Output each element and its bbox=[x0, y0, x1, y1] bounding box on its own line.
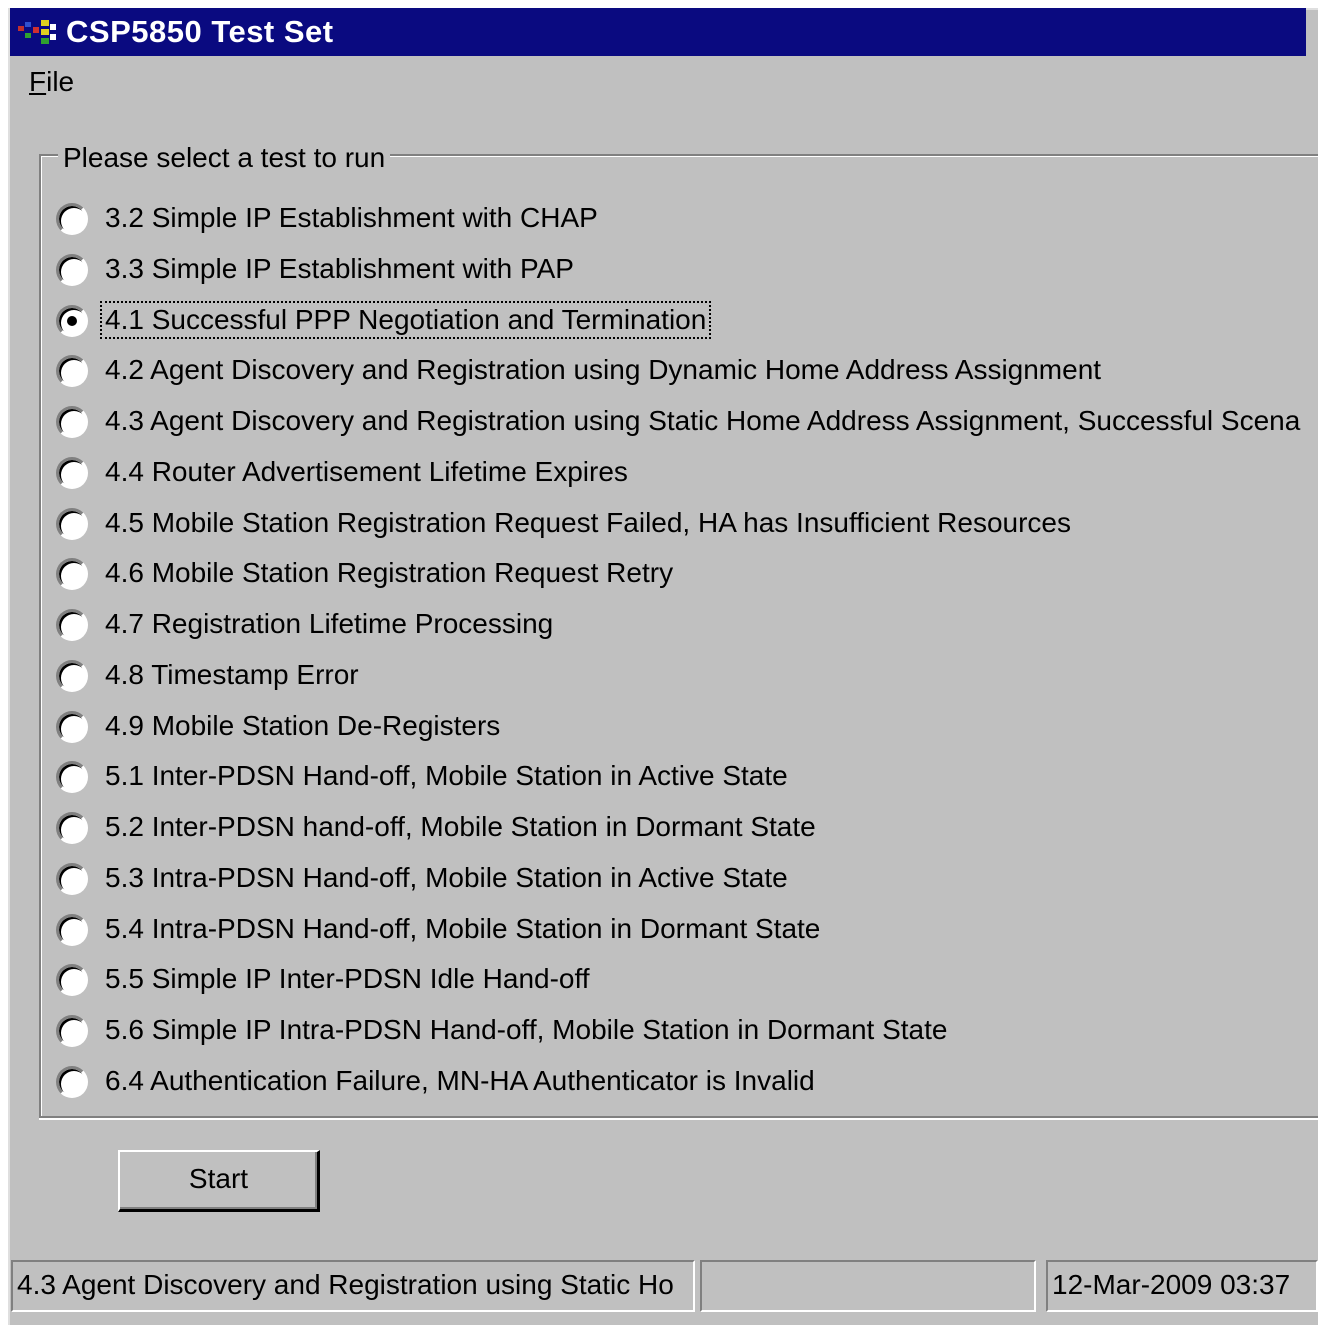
test-option-label: 3.2 Simple IP Establishment with CHAP bbox=[105, 202, 598, 233]
radio-button[interactable] bbox=[56, 609, 88, 641]
test-option-label: 5.3 Intra-PDSN Hand-off, Mobile Station … bbox=[105, 862, 788, 893]
radio-button[interactable] bbox=[56, 761, 88, 793]
status-panel-datetime: 12-Mar-2009 03:37 bbox=[1046, 1260, 1318, 1312]
test-option-label: 4.6 Mobile Station Registration Request … bbox=[105, 557, 674, 588]
menu-file-label: ile bbox=[46, 66, 75, 97]
test-option[interactable]: 4.4 Router Advertisement Lifetime Expire… bbox=[54, 450, 1314, 496]
test-option[interactable]: 3.2 Simple IP Establishment with CHAP bbox=[54, 196, 1314, 242]
test-option[interactable]: 5.1 Inter-PDSN Hand-off, Mobile Station … bbox=[54, 754, 1314, 800]
group-legend: Please select a test to run bbox=[58, 142, 391, 174]
menu-file-mnemonic: F bbox=[29, 66, 47, 97]
window-title: CSP5850 Test Set bbox=[66, 14, 334, 49]
test-option-label: 5.5 Simple IP Inter-PDSN Idle Hand-off bbox=[105, 963, 590, 994]
test-option[interactable]: 5.5 Simple IP Inter-PDSN Idle Hand-off bbox=[54, 957, 1314, 1003]
radio-button[interactable] bbox=[56, 203, 88, 235]
test-option-label: 4.2 Agent Discovery and Registration usi… bbox=[105, 354, 1102, 385]
test-option[interactable]: 3.3 Simple IP Establishment with PAP bbox=[54, 247, 1314, 293]
status-panel-test: 4.3 Agent Discovery and Registration usi… bbox=[11, 1260, 695, 1312]
test-option[interactable]: 4.7 Registration Lifetime Processing bbox=[54, 602, 1314, 648]
test-option-label: 4.5 Mobile Station Registration Request … bbox=[105, 507, 1071, 538]
menu-file[interactable]: File bbox=[29, 66, 74, 98]
test-option-label: 4.9 Mobile Station De-Registers bbox=[105, 710, 501, 741]
test-option[interactable]: 6.4 Authentication Failure, MN-HA Authen… bbox=[54, 1059, 1314, 1105]
test-option-label: 4.3 Agent Discovery and Registration usi… bbox=[105, 405, 1301, 436]
radio-button[interactable] bbox=[56, 254, 88, 286]
radio-button[interactable] bbox=[56, 863, 88, 895]
test-option-label: 6.4 Authentication Failure, MN-HA Authen… bbox=[105, 1065, 815, 1096]
radio-button[interactable] bbox=[56, 508, 88, 540]
test-option-label: 5.6 Simple IP Intra-PDSN Hand-off, Mobil… bbox=[105, 1014, 948, 1045]
test-option[interactable]: 5.4 Intra-PDSN Hand-off, Mobile Station … bbox=[54, 907, 1314, 953]
test-option[interactable]: 4.8 Timestamp Error bbox=[54, 653, 1314, 699]
radio-button[interactable] bbox=[56, 457, 88, 489]
radio-button[interactable] bbox=[56, 914, 88, 946]
radio-button[interactable] bbox=[56, 305, 88, 337]
test-option[interactable]: 4.2 Agent Discovery and Registration usi… bbox=[54, 348, 1314, 394]
radio-button[interactable] bbox=[56, 711, 88, 743]
test-option[interactable]: 4.3 Agent Discovery and Registration usi… bbox=[54, 399, 1314, 445]
radio-button[interactable] bbox=[56, 406, 88, 438]
start-button[interactable]: Start bbox=[118, 1150, 320, 1212]
test-option-label: 3.3 Simple IP Establishment with PAP bbox=[105, 253, 574, 284]
test-option-label: 4.4 Router Advertisement Lifetime Expire… bbox=[105, 456, 628, 487]
title-bar[interactable]: CSP5850 Test Set bbox=[10, 8, 1306, 56]
test-option-label: 4.8 Timestamp Error bbox=[105, 659, 359, 690]
status-panel-empty bbox=[700, 1260, 1036, 1312]
test-option-label: 5.2 Inter-PDSN hand-off, Mobile Station … bbox=[105, 811, 816, 842]
test-option-label: 5.1 Inter-PDSN Hand-off, Mobile Station … bbox=[105, 760, 788, 791]
menu-bar: File bbox=[10, 58, 1306, 104]
test-option[interactable]: 5.2 Inter-PDSN hand-off, Mobile Station … bbox=[54, 805, 1314, 851]
test-option[interactable]: 4.5 Mobile Station Registration Request … bbox=[54, 501, 1314, 547]
app-icon bbox=[18, 20, 56, 44]
radio-button[interactable] bbox=[56, 1015, 88, 1047]
test-option[interactable]: 5.3 Intra-PDSN Hand-off, Mobile Station … bbox=[54, 856, 1314, 902]
test-option-label: 4.1 Successful PPP Negotiation and Termi… bbox=[99, 301, 712, 339]
radio-button[interactable] bbox=[56, 1066, 88, 1098]
test-option[interactable]: 4.1 Successful PPP Negotiation and Termi… bbox=[54, 298, 1314, 344]
status-bar: 4.3 Agent Discovery and Registration usi… bbox=[10, 1260, 1318, 1312]
radio-button[interactable] bbox=[56, 558, 88, 590]
radio-button[interactable] bbox=[56, 964, 88, 996]
radio-button[interactable] bbox=[56, 355, 88, 387]
radio-button[interactable] bbox=[56, 812, 88, 844]
radio-button[interactable] bbox=[56, 660, 88, 692]
test-option[interactable]: 5.6 Simple IP Intra-PDSN Hand-off, Mobil… bbox=[54, 1008, 1314, 1054]
test-option[interactable]: 4.9 Mobile Station De-Registers bbox=[54, 704, 1314, 750]
test-option-label: 4.7 Registration Lifetime Processing bbox=[105, 608, 554, 639]
test-option-label: 5.4 Intra-PDSN Hand-off, Mobile Station … bbox=[105, 913, 821, 944]
test-option[interactable]: 4.6 Mobile Station Registration Request … bbox=[54, 551, 1314, 597]
